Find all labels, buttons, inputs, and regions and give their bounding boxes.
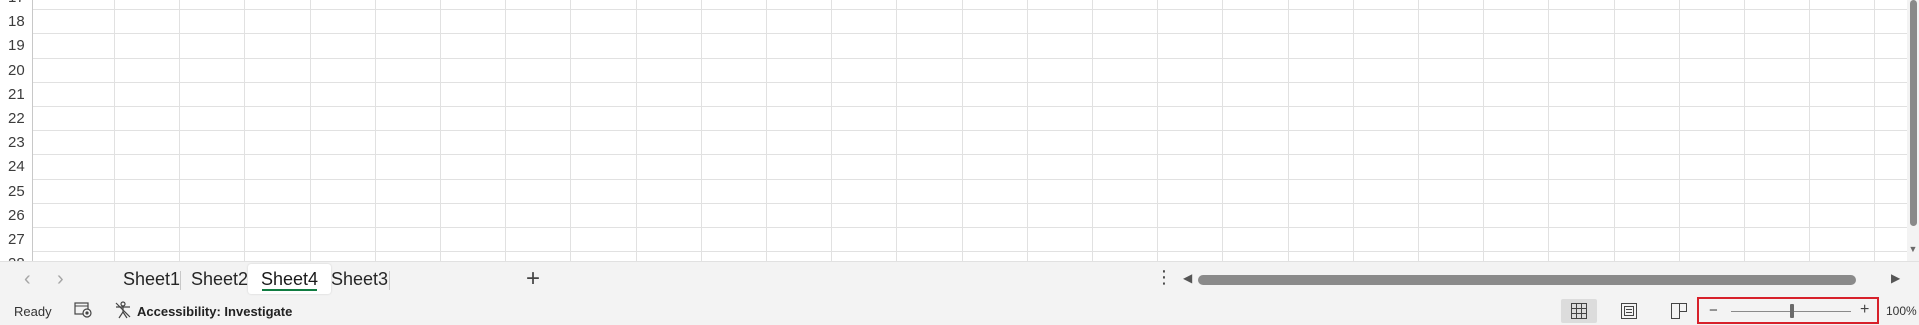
column-gridline	[1222, 0, 1223, 261]
column-gridline	[701, 0, 702, 261]
column-gridline	[1548, 0, 1549, 261]
row-header[interactable]: 25	[0, 180, 32, 204]
zoom-slider-thumb[interactable]	[1790, 304, 1794, 318]
row-header[interactable]: 27	[0, 228, 32, 252]
worksheet-grid[interactable]: 171819202122232425262728	[0, 0, 1907, 261]
status-ready-text: Ready	[14, 304, 52, 319]
row-gridline	[33, 57, 1907, 59]
row-header[interactable]: 28	[0, 252, 32, 261]
grid-view-icon	[1571, 303, 1587, 319]
row-gridline	[33, 130, 1907, 132]
row-header[interactable]: 24	[0, 155, 32, 179]
chevron-right-icon[interactable]: ›	[57, 268, 64, 291]
vertical-scrollbar[interactable]: ▼	[1907, 0, 1919, 261]
zoom-in-button[interactable]: +	[1860, 301, 1869, 319]
column-gridline	[636, 0, 637, 261]
row-gridline	[33, 154, 1907, 156]
column-gridline	[831, 0, 832, 261]
row-gridline	[33, 251, 1907, 253]
page-layout-icon	[1621, 303, 1637, 319]
column-gridline	[1483, 0, 1484, 261]
row-header[interactable]: 20	[0, 59, 32, 83]
horizontal-scrollbar[interactable]	[1198, 275, 1888, 285]
chevron-left-icon[interactable]: ‹	[24, 268, 31, 291]
row-header[interactable]: 21	[0, 83, 32, 107]
more-options-icon[interactable]: ⋮	[1155, 267, 1173, 288]
row-gridline	[33, 9, 1907, 11]
accessibility-icon[interactable]	[114, 301, 132, 319]
row-gridline	[33, 178, 1907, 180]
column-gridline	[1157, 0, 1158, 261]
tab-label: Sheet1	[123, 269, 181, 289]
column-gridline	[766, 0, 767, 261]
accessibility-status-button[interactable]: Accessibility: Investigate	[137, 304, 292, 319]
column-gridline	[570, 0, 571, 261]
column-gridline	[505, 0, 506, 261]
page-layout-view-button[interactable]	[1611, 299, 1647, 323]
column-gridline	[1288, 0, 1289, 261]
row-header[interactable]: 18	[0, 10, 32, 34]
column-gridline	[1092, 0, 1093, 261]
status-bar: Ready Accessibility: Investigate − + 100…	[0, 297, 1919, 325]
row-gridline	[33, 81, 1907, 83]
column-gridline	[1027, 0, 1028, 261]
column-gridline	[114, 0, 115, 261]
page-break-icon	[1671, 303, 1687, 319]
row-header[interactable]: 26	[0, 204, 32, 228]
column-gridline	[179, 0, 180, 261]
column-gridline	[244, 0, 245, 261]
active-tab-indicator	[262, 289, 318, 291]
tab-separator	[389, 271, 390, 290]
column-gridline	[310, 0, 311, 261]
tab-label: Sheet4	[261, 269, 319, 289]
row-gridline	[33, 33, 1907, 35]
column-gridline	[1353, 0, 1354, 261]
row-header[interactable]: 19	[0, 34, 32, 58]
column-gridline	[1679, 0, 1680, 261]
row-gridline	[33, 106, 1907, 107]
vertical-scroll-thumb[interactable]	[1910, 0, 1917, 226]
column-gridline	[896, 0, 897, 261]
horizontal-scroll-thumb[interactable]	[1198, 275, 1856, 285]
row-header[interactable]: 23	[0, 131, 32, 155]
zoom-control-highlight: − +	[1697, 297, 1879, 324]
column-gridline	[1809, 0, 1810, 261]
column-gridline	[375, 0, 376, 261]
macro-recording-icon[interactable]	[74, 302, 92, 318]
add-sheet-button[interactable]: +	[526, 264, 540, 294]
column-gridline	[440, 0, 441, 261]
row-header[interactable]: 22	[0, 107, 32, 131]
scroll-down-arrow-icon[interactable]: ▼	[1908, 244, 1918, 254]
scroll-left-arrow-icon[interactable]: ◀	[1183, 271, 1192, 285]
column-gridline	[1418, 0, 1419, 261]
tab-label: Sheet3	[331, 269, 389, 289]
page-break-preview-button[interactable]	[1661, 299, 1697, 323]
column-gridline	[1614, 0, 1615, 261]
zoom-out-button[interactable]: −	[1709, 302, 1718, 319]
row-gridline	[33, 202, 1907, 204]
column-gridline	[962, 0, 963, 261]
tab-label: Sheet2	[191, 269, 249, 289]
row-gridline	[33, 227, 1907, 228]
scroll-right-arrow-icon[interactable]: ▶	[1891, 271, 1900, 285]
row-header[interactable]: 17	[0, 0, 32, 10]
normal-view-button[interactable]	[1561, 299, 1597, 323]
zoom-level-button[interactable]: 100%	[1886, 304, 1917, 318]
sheet-tab-bar: ‹ › Sheet1 Sheet2 Sheet4 Sheet3 + ⋮ ◀ ▶	[0, 261, 1919, 297]
column-gridline	[1744, 0, 1745, 261]
column-gridline	[1874, 0, 1875, 261]
